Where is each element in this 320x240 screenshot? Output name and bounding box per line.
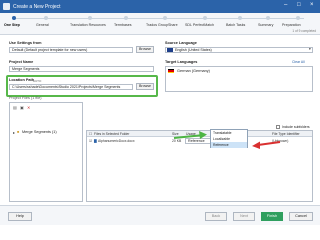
annotation-arrows: [173, 131, 281, 149]
green-arrow: [173, 131, 207, 139]
finish-button[interactable]: Finish: [261, 212, 283, 221]
help-button[interactable]: Help: [8, 212, 32, 221]
back-button[interactable]: Back: [205, 212, 227, 221]
wizard-footer: Help Back Next Finish Cancel: [0, 205, 320, 225]
red-arrow: [252, 141, 281, 149]
next-button[interactable]: Next: [233, 212, 255, 221]
cancel-button[interactable]: Cancel: [289, 212, 313, 221]
